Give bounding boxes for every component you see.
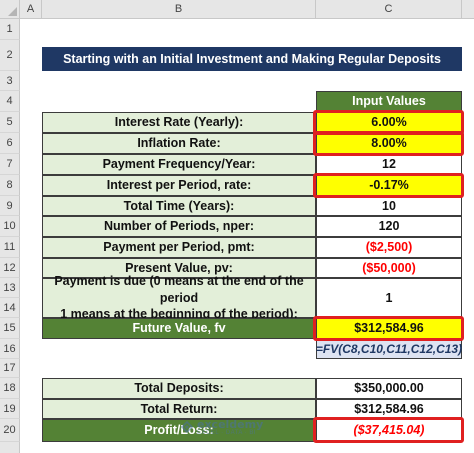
row-header-9[interactable]: 9	[0, 196, 20, 216]
present-value-value[interactable]: ($50,000)	[316, 258, 462, 278]
exceldemy-watermark: exceldemy EXCEL · DATA · BI	[180, 414, 270, 440]
profit-loss-label[interactable]: Profit/Loss:	[42, 419, 316, 442]
total-deposits-label[interactable]: Total Deposits:	[42, 378, 316, 399]
column-header-a[interactable]: A	[20, 0, 42, 19]
inflation-rate-highlight	[313, 131, 464, 156]
future-value-highlight	[313, 316, 464, 341]
payment-per-period-label[interactable]: Payment per Period, pmt:	[42, 237, 316, 258]
row-header-6[interactable]: 6	[0, 133, 20, 154]
exceldemy-logo-icon	[180, 420, 194, 434]
select-all-button[interactable]	[0, 0, 20, 19]
inflation-rate-label[interactable]: Inflation Rate:	[42, 133, 316, 154]
row-header-5[interactable]: 5	[0, 112, 20, 133]
column-header-c[interactable]: C	[316, 0, 462, 19]
row-header-21	[0, 442, 20, 453]
row-header-16[interactable]: 16	[0, 339, 20, 359]
row-header-18[interactable]: 18	[0, 378, 20, 399]
total-time-label[interactable]: Total Time (Years):	[42, 196, 316, 216]
payment-due-label[interactable]: Payment is due (0 means at the end of th…	[42, 274, 316, 321]
payment-frequency-label[interactable]: Payment Frequency/Year:	[42, 154, 316, 175]
row-header-13[interactable]: 13	[0, 278, 20, 298]
interest-rate-label[interactable]: Interest Rate (Yearly):	[42, 112, 316, 133]
payment-per-period-value[interactable]: ($2,500)	[316, 237, 462, 258]
row-header-19[interactable]: 19	[0, 399, 20, 419]
column-header-b[interactable]: B	[42, 0, 316, 19]
row-header-2[interactable]: 2	[0, 40, 20, 71]
fv-formula[interactable]: =FV(C8,C10,C11,C12,C13)	[316, 339, 462, 359]
row-header-10[interactable]: 10	[0, 216, 20, 237]
row-header-17[interactable]: 17	[0, 359, 20, 378]
sheet-title[interactable]: Starting with an Initial Investment and …	[42, 47, 462, 71]
spreadsheet: A B C 1 2 3 4 5 6 7 8 9 10 11 12 13 14 1…	[0, 0, 474, 453]
total-return-label[interactable]: Total Return:	[42, 399, 316, 419]
interest-per-period-label[interactable]: Interest per Period, rate:	[42, 175, 316, 196]
watermark-brand: exceldemy	[197, 417, 264, 431]
watermark-text: exceldemy EXCEL · DATA · BI	[197, 419, 263, 436]
total-deposits-value[interactable]: $350,000.00	[316, 378, 462, 399]
column-header-blank	[462, 0, 474, 19]
payment-frequency-value[interactable]: 12	[316, 154, 462, 175]
select-all-triangle-icon	[8, 7, 17, 16]
payment-due-label-line1: Payment is due (0 means at the end of th…	[54, 273, 304, 305]
row-header-15[interactable]: 15	[0, 318, 20, 339]
row-header-14[interactable]: 14	[0, 298, 20, 318]
row-header-7[interactable]: 7	[0, 154, 20, 175]
future-value-label[interactable]: Future Value, fv	[42, 318, 316, 339]
row-header-12[interactable]: 12	[0, 258, 20, 278]
number-of-periods-label[interactable]: Number of Periods, nper:	[42, 216, 316, 237]
row-header-11[interactable]: 11	[0, 237, 20, 258]
payment-due-value[interactable]: 1	[316, 278, 462, 318]
row-header-1[interactable]: 1	[0, 19, 20, 40]
interest-per-period-highlight	[313, 173, 464, 198]
row-header-8[interactable]: 8	[0, 175, 20, 196]
input-values-header[interactable]: Input Values	[316, 91, 462, 112]
total-time-value[interactable]: 10	[316, 196, 462, 216]
row-header-20[interactable]: 20	[0, 419, 20, 442]
number-of-periods-value[interactable]: 120	[316, 216, 462, 237]
profit-loss-highlight	[313, 417, 464, 443]
row-header-3[interactable]: 3	[0, 71, 20, 91]
watermark-tagline: EXCEL · DATA · BI	[197, 429, 257, 436]
total-return-value[interactable]: $312,584.96	[316, 399, 462, 419]
row-header-4[interactable]: 4	[0, 91, 20, 112]
